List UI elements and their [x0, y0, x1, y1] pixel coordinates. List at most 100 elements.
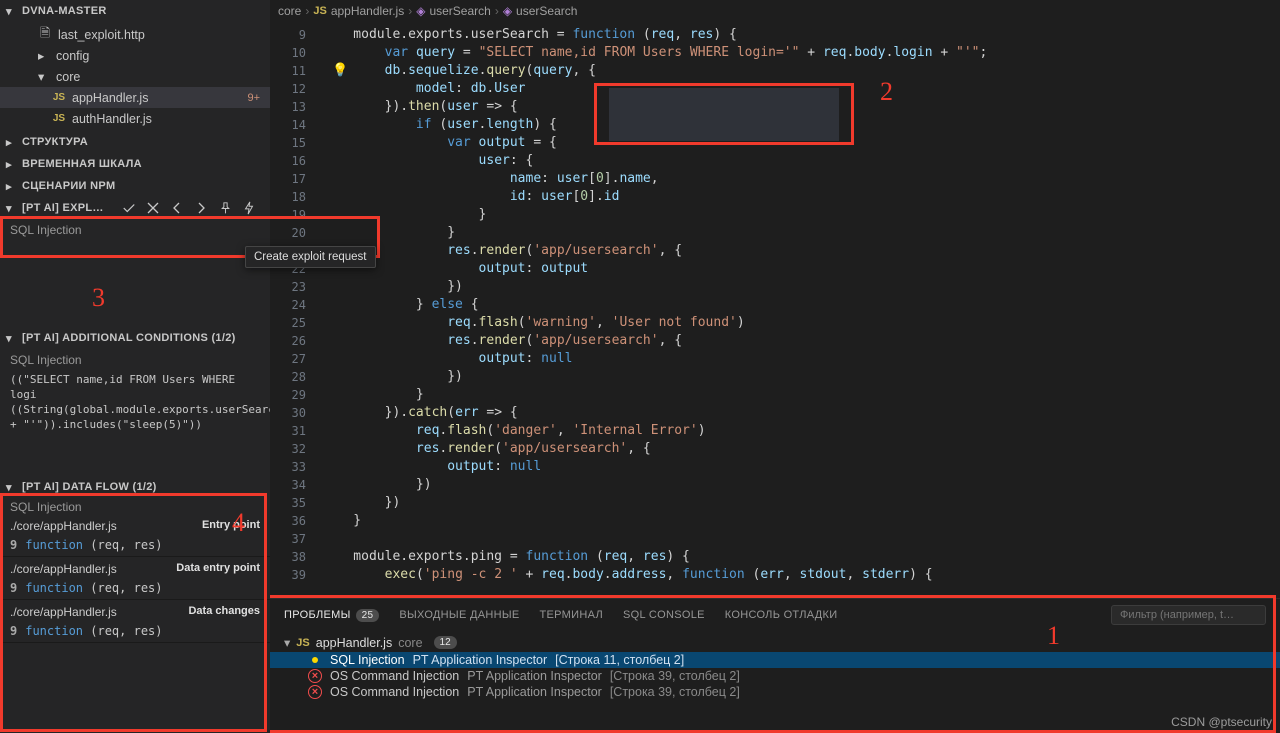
code-line[interactable]: }).catch(err => { — [322, 404, 1280, 422]
crumb-symbol1[interactable]: userSearch — [429, 4, 490, 18]
code-line[interactable]: } — [322, 224, 1280, 242]
df-code[interactable]: function (req, res) — [25, 581, 162, 595]
line-number: 39 — [270, 566, 306, 584]
sidebar-section-header[interactable]: ▸СТРУКТУРА — [0, 131, 270, 153]
code-line[interactable]: }) — [322, 494, 1280, 512]
lightbulb-icon[interactable]: 💡 — [332, 63, 346, 77]
code-line[interactable]: output: null — [322, 458, 1280, 476]
line-number: 25 — [270, 314, 306, 332]
code-line[interactable] — [322, 530, 1280, 548]
annotation-label-4: 4 — [232, 508, 245, 538]
file-item[interactable]: JSappHandler.js9+ — [0, 87, 270, 108]
code-line[interactable]: res.render('app/usersearch', { — [322, 242, 1280, 260]
line-number: 29 — [270, 386, 306, 404]
code-line[interactable]: }) — [322, 278, 1280, 296]
explorer-root[interactable]: ▾ DVNA-MASTER — [0, 0, 270, 22]
sidebar-section-header[interactable]: ▸ВРЕМЕННАЯ ШКАЛА — [0, 153, 270, 175]
code-line[interactable]: } — [322, 386, 1280, 404]
ptai-df-header[interactable]: ▾ [PT AI] DATA FLOW (1/2) — [0, 476, 270, 498]
problem-title: SQL Injection — [330, 653, 405, 667]
df-line-number: 9 — [10, 538, 17, 552]
problem-row[interactable]: OS Command Injection PT Application Insp… — [270, 668, 1280, 684]
df-code[interactable]: function (req, res) — [25, 624, 162, 638]
code-line[interactable]: db.sequelize.query(query, { — [322, 62, 1280, 80]
line-number: 27 — [270, 350, 306, 368]
problems-file-name[interactable]: appHandler.js — [316, 636, 392, 650]
code-line[interactable]: output: output — [322, 260, 1280, 278]
crumb-folder[interactable]: core — [278, 4, 301, 18]
code-line[interactable]: user: { — [322, 152, 1280, 170]
sidebar-section-header[interactable]: ▸СЦЕНАРИИ NPM — [0, 175, 270, 197]
chevron-right-icon: ▸ — [38, 48, 50, 63]
close-icon[interactable] — [142, 198, 164, 218]
panel-tab[interactable]: ТЕРМИНАЛ — [540, 609, 603, 621]
lightning-icon[interactable] — [238, 198, 260, 218]
df-code[interactable]: function (req, res) — [25, 538, 162, 552]
code-line[interactable]: model: db.User — [322, 80, 1280, 98]
df-file-path[interactable]: ./core/appHandler.js — [10, 605, 117, 619]
code-line[interactable]: res.render('app/usersearch', { — [322, 332, 1280, 350]
line-number: 9 — [270, 26, 306, 44]
panel-tab[interactable]: ВЫХОДНЫЕ ДАННЫЕ — [399, 609, 519, 621]
code-line[interactable]: module.exports.ping = function (req, res… — [322, 548, 1280, 566]
panel-tab[interactable]: SQL CONSOLE — [623, 609, 705, 621]
code-line[interactable]: res.render('app/usersearch', { — [322, 440, 1280, 458]
problems-filter-input[interactable] — [1111, 605, 1266, 625]
code-line[interactable]: } — [322, 512, 1280, 530]
badge-count: 25 — [356, 609, 380, 622]
problem-source: PT Application Inspector — [467, 669, 602, 683]
code-line[interactable]: } — [322, 206, 1280, 224]
line-number: 35 — [270, 494, 306, 512]
crumb-file[interactable]: appHandler.js — [331, 4, 404, 18]
chevron-down-icon[interactable]: ▾ — [284, 635, 290, 650]
df-file-path[interactable]: ./core/appHandler.js — [10, 519, 117, 533]
problem-source: PT Application Inspector — [467, 685, 602, 699]
code-editor[interactable]: 9101112131415161718192021222324252627282… — [270, 22, 1280, 598]
line-number: 20 — [270, 224, 306, 242]
file-item[interactable]: JSauthHandler.js — [0, 108, 270, 129]
breadcrumb[interactable]: core › JS appHandler.js › ◈ userSearch ›… — [270, 0, 1280, 22]
line-number: 24 — [270, 296, 306, 314]
file-item[interactable]: 🗎last_exploit.http — [0, 24, 270, 45]
ptai-cond-header[interactable]: ▾ [PT AI] ADDITIONAL CONDITIONS (1/2) — [0, 327, 270, 349]
prev-icon[interactable] — [166, 198, 188, 218]
pin-icon[interactable] — [214, 198, 236, 218]
problem-row[interactable]: OS Command Injection PT Application Insp… — [270, 684, 1280, 700]
chevron-down-icon: ▾ — [6, 202, 18, 215]
folder-item[interactable]: ▸config — [0, 45, 270, 66]
code-line[interactable]: }) — [322, 368, 1280, 386]
line-number: 34 — [270, 476, 306, 494]
code-line[interactable]: exec('ping -c 2 ' + req.body.address, fu… — [322, 566, 1280, 584]
code-line[interactable]: req.flash('warning', 'User not found') — [322, 314, 1280, 332]
section-title: СЦЕНАРИИ NPM — [22, 180, 115, 192]
problem-location: [Строка 39, столбец 2] — [610, 669, 740, 683]
line-number: 32 — [270, 440, 306, 458]
line-number: 28 — [270, 368, 306, 386]
explorer-title: DVNA-MASTER — [22, 5, 107, 17]
panel-tab[interactable]: КОНСОЛЬ ОТЛАДКИ — [725, 609, 838, 621]
code-line[interactable]: output: null — [322, 350, 1280, 368]
next-icon[interactable] — [190, 198, 212, 218]
tree-item-label: appHandler.js — [72, 91, 148, 105]
problem-row[interactable]: SQL Injection PT Application Inspector [… — [270, 652, 1280, 668]
code-line[interactable]: req.flash('danger', 'Internal Error') — [322, 422, 1280, 440]
code-line[interactable]: module.exports.userSearch = function (re… — [322, 26, 1280, 44]
annotation-label-1: 1 — [1047, 621, 1060, 651]
code-line[interactable]: name: user[0].name, — [322, 170, 1280, 188]
df-line-number: 9 — [10, 624, 17, 638]
code-line[interactable]: var query = "SELECT name,id FROM Users W… — [322, 44, 1280, 62]
df-file-path[interactable]: ./core/appHandler.js — [10, 562, 117, 576]
code-line[interactable]: id: user[0].id — [322, 188, 1280, 206]
folder-item[interactable]: ▾core — [0, 66, 270, 87]
crumb-symbol2[interactable]: userSearch — [516, 4, 577, 18]
panel-tab[interactable]: ПРОБЛЕМЫ25 — [284, 609, 379, 622]
file-icon: 🗎 — [38, 24, 52, 45]
code-line[interactable]: } else { — [322, 296, 1280, 314]
code-line[interactable]: }).then(user => { — [322, 98, 1280, 116]
ptai-exploit-header[interactable]: ▾ [PT AI] EXPL… — [0, 197, 270, 219]
chevron-down-icon: ▾ — [38, 69, 50, 84]
code-line[interactable]: var output = { — [322, 134, 1280, 152]
check-icon[interactable] — [118, 198, 140, 218]
code-line[interactable]: }) — [322, 476, 1280, 494]
code-line[interactable]: if (user.length) { — [322, 116, 1280, 134]
